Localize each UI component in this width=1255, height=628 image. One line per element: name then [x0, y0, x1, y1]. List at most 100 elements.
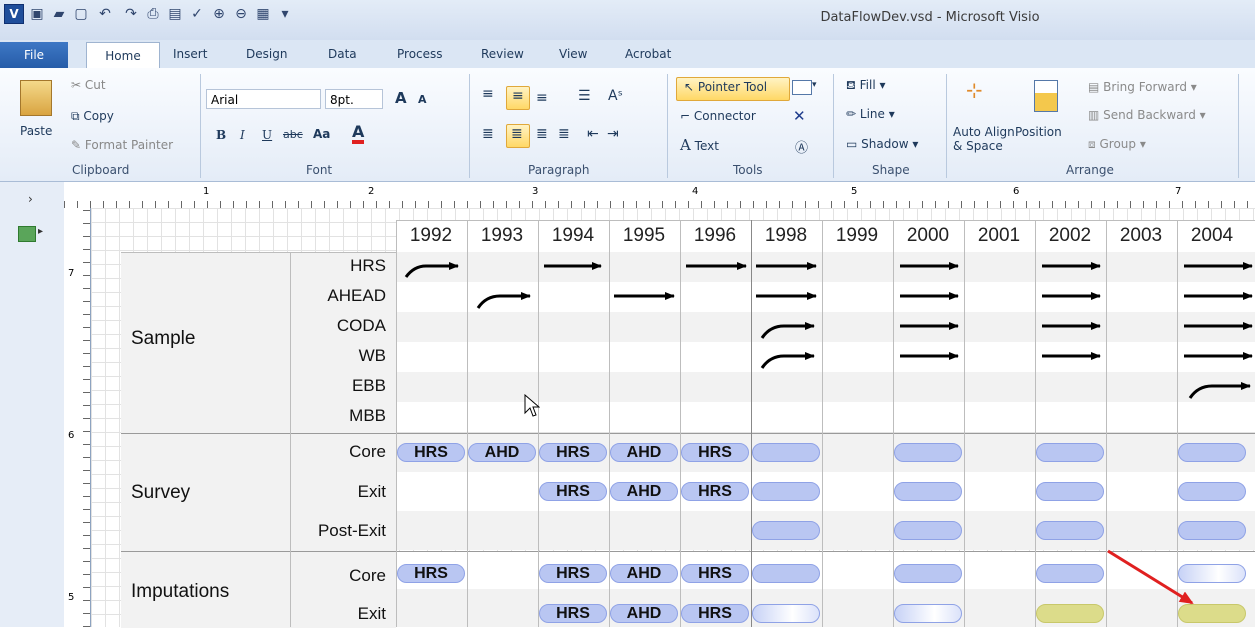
paste-button[interactable]: Paste	[20, 124, 52, 138]
pill-hrs[interactable]: HRS	[397, 564, 465, 583]
year-header[interactable]: 1994	[538, 222, 608, 250]
pill-empty[interactable]	[752, 443, 820, 462]
pill-ahd[interactable]: AHD	[610, 604, 678, 623]
font-color-button[interactable]: A	[352, 124, 365, 144]
redo-icon[interactable]: ↷	[122, 5, 140, 23]
pill-empty[interactable]	[1178, 521, 1246, 540]
underline-button[interactable]: U	[262, 128, 272, 142]
bold-button[interactable]: B	[216, 128, 226, 142]
year-header[interactable]: 1999	[822, 222, 892, 250]
shapes-stencil-icon[interactable]	[18, 226, 36, 242]
horizontal-ruler[interactable]	[64, 182, 1255, 209]
pill-empty[interactable]	[1178, 443, 1246, 462]
tab-review[interactable]: Review	[481, 47, 524, 61]
increase-indent-icon[interactable]: ⇥	[607, 126, 619, 142]
start-arrow[interactable]	[760, 322, 815, 339]
customize-toolbar-icon[interactable]: ▾	[276, 5, 294, 23]
pill-hrs[interactable]: HRS	[397, 443, 465, 462]
tab-process[interactable]: Process	[397, 47, 443, 61]
year-header[interactable]: 2003	[1106, 222, 1176, 250]
year-header[interactable]: 2001	[964, 222, 1034, 250]
text-tool-button[interactable]: A Text	[680, 136, 719, 154]
pill-hrs[interactable]: HRS	[681, 604, 749, 623]
fill-button[interactable]: ⛾ Fill ▾	[846, 78, 886, 94]
connector-button[interactable]: ⌐ Connector	[680, 109, 756, 123]
pill-empty[interactable]	[894, 482, 962, 501]
grow-font-button[interactable]: A	[395, 89, 407, 107]
panel-arrow-icon[interactable]: ▸	[38, 226, 43, 237]
font-family-select[interactable]: Arial	[206, 89, 321, 109]
year-header[interactable]: 1996	[680, 222, 750, 250]
start-arrow[interactable]	[476, 292, 531, 309]
auto-align-button[interactable]: Auto Align & Space	[953, 125, 1015, 153]
start-arrow[interactable]	[404, 262, 459, 278]
year-header[interactable]: 2002	[1035, 222, 1105, 250]
align-bottom-icon[interactable]: ≡	[536, 90, 548, 106]
print-icon[interactable]: ⎙	[144, 5, 162, 23]
tab-view[interactable]: View	[559, 47, 587, 61]
position-button[interactable]: Position	[1015, 125, 1062, 139]
zoom-out-icon[interactable]: ⊖	[232, 5, 250, 23]
year-header[interactable]: 1993	[467, 222, 537, 250]
strikethrough-button[interactable]: abc	[283, 128, 303, 141]
undo-icon[interactable]: ↶	[96, 5, 114, 23]
new-document-icon[interactable]: ▢	[72, 5, 90, 23]
pill-ahd[interactable]: AHD	[610, 564, 678, 583]
layout-icon[interactable]: ▦	[254, 5, 272, 23]
pill-empty[interactable]	[1036, 521, 1104, 540]
bullets-icon[interactable]: ☰	[578, 88, 591, 104]
decrease-indent-icon[interactable]: ⇤	[587, 126, 599, 142]
open-folder-icon[interactable]: ▰	[50, 5, 68, 23]
year-header[interactable]: 1992	[396, 222, 466, 250]
tab-home[interactable]: Home	[86, 42, 160, 69]
tab-file[interactable]: File	[0, 42, 68, 68]
pill-empty[interactable]	[1178, 482, 1246, 501]
tab-data[interactable]: Data	[328, 47, 357, 61]
pill-empty[interactable]	[1036, 443, 1104, 462]
start-arrow[interactable]	[760, 352, 815, 369]
pill-ahd[interactable]: AHD	[468, 443, 536, 462]
group-button[interactable]: ⧈ Group ▾	[1088, 137, 1146, 152]
pill-empty[interactable]	[1036, 482, 1104, 501]
shadow-button[interactable]: ▭ Shadow ▾	[846, 137, 918, 151]
shrink-font-button[interactable]: A	[418, 93, 427, 106]
dropdown-arrow-icon[interactable]: ▾	[812, 80, 817, 90]
align-top-icon[interactable]: ≡	[482, 86, 494, 102]
cut-button[interactable]: ✂ Cut	[71, 78, 106, 92]
stencil-icon[interactable]: Ⓐ	[795, 137, 808, 156]
pill-hrs[interactable]: HRS	[681, 564, 749, 583]
send-backward-button[interactable]: ▥ Send Backward ▾	[1088, 108, 1206, 122]
pill-hrs[interactable]: HRS	[681, 443, 749, 462]
paste-icon[interactable]	[20, 80, 52, 116]
pill-empty[interactable]	[894, 564, 962, 583]
visio-logo-icon[interactable]: V	[4, 4, 24, 24]
tab-acrobat[interactable]: Acrobat	[625, 47, 671, 61]
pill-hrs[interactable]: HRS	[539, 604, 607, 623]
pill-empty[interactable]	[752, 604, 820, 623]
format-painter-button[interactable]: ✎ Format Painter	[71, 138, 173, 152]
pill-empty[interactable]	[894, 604, 962, 623]
tab-insert[interactable]: Insert	[173, 47, 207, 61]
copy-button[interactable]: ⧉ Copy	[71, 109, 114, 124]
bring-forward-button[interactable]: ▤ Bring Forward ▾	[1088, 80, 1197, 94]
expand-panel-icon[interactable]: ›	[28, 192, 33, 206]
pill-hrs[interactable]: HRS	[681, 482, 749, 501]
spacing-icon[interactable]: Aˢ	[608, 88, 623, 104]
zoom-in-icon[interactable]: ⊕	[210, 5, 228, 23]
pill-empty[interactable]	[752, 564, 820, 583]
year-header[interactable]: 2004	[1177, 222, 1247, 250]
pill-empty[interactable]	[752, 482, 820, 501]
pill-empty[interactable]	[894, 521, 962, 540]
save-icon[interactable]: ▣	[28, 5, 46, 23]
rectangle-icon[interactable]	[792, 80, 812, 95]
year-header[interactable]: 1995	[609, 222, 679, 250]
align-left-icon[interactable]: ≣	[482, 126, 494, 142]
justify-icon[interactable]: ≣	[558, 126, 570, 142]
pill-empty[interactable]	[894, 443, 962, 462]
pill-empty[interactable]	[752, 521, 820, 540]
line-button[interactable]: ✏ Line ▾	[846, 107, 895, 121]
start-arrow[interactable]	[1188, 382, 1251, 399]
connection-point-icon[interactable]: ✕	[793, 107, 806, 125]
tab-design[interactable]: Design	[246, 47, 287, 61]
pill-hrs[interactable]: HRS	[539, 564, 607, 583]
